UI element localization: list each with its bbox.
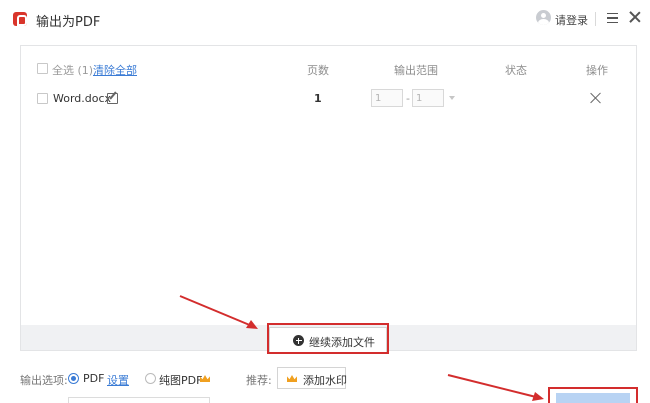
add-watermark-button[interactable]: 添加水印 bbox=[277, 367, 347, 389]
pdf-radio[interactable] bbox=[68, 373, 79, 384]
column-header-pages: 页数 bbox=[307, 64, 329, 77]
arrow-to-export-button bbox=[447, 374, 544, 401]
select-all-label[interactable]: 全选 (1) bbox=[52, 62, 93, 78]
clear-all-link[interactable]: 清除全部 bbox=[93, 62, 137, 78]
settings-link[interactable]: 设置 bbox=[107, 372, 129, 388]
column-header-status: 状态 bbox=[505, 64, 527, 77]
table-row: Word.docx 1 1 - 1 bbox=[21, 83, 636, 113]
menu-icon[interactable] bbox=[607, 13, 618, 23]
login-link[interactable]: 请登录 bbox=[555, 12, 588, 28]
page-count: 1 bbox=[314, 92, 322, 105]
pdf-option-label[interactable]: PDF bbox=[83, 372, 104, 385]
range-separator: - bbox=[406, 92, 410, 105]
add-watermark-label: 添加水印 bbox=[303, 374, 347, 387]
delete-icon[interactable] bbox=[590, 92, 602, 104]
crown-icon bbox=[287, 375, 297, 382]
title-divider bbox=[595, 12, 596, 26]
window-title: 输出为PDF bbox=[36, 15, 101, 30]
edit-icon[interactable] bbox=[107, 93, 118, 104]
title-bar: 输出为PDF 请登录 bbox=[0, 0, 650, 38]
app-pdf-icon bbox=[13, 12, 27, 26]
row-checkbox[interactable] bbox=[37, 93, 48, 104]
file-list-panel: 全选 (1) 清除全部 页数 输出范围 状态 操作 Word.docx 1 1 … bbox=[20, 45, 637, 354]
pure-image-pdf-label[interactable]: 纯图PDF bbox=[159, 372, 202, 388]
export-button-fill bbox=[556, 393, 630, 403]
user-avatar-icon[interactable] bbox=[536, 10, 551, 25]
recommend-label: 推荐: bbox=[246, 374, 272, 387]
pure-image-pdf-radio[interactable] bbox=[145, 373, 156, 384]
column-header-actions: 操作 bbox=[586, 64, 608, 77]
table-header: 全选 (1) 清除全部 页数 输出范围 状态 操作 bbox=[21, 52, 636, 82]
chevron-down-icon[interactable] bbox=[449, 96, 455, 100]
add-file-bar: 继续添加文件 bbox=[21, 323, 636, 354]
file-name: Word.docx bbox=[53, 92, 112, 105]
output-path-field[interactable] bbox=[68, 397, 210, 403]
range-to-input[interactable]: 1 bbox=[412, 89, 444, 107]
export-button[interactable] bbox=[548, 387, 638, 403]
highlight-box bbox=[267, 323, 389, 354]
output-options-label: 输出选项: bbox=[20, 374, 68, 387]
select-all-checkbox[interactable] bbox=[37, 63, 48, 74]
close-icon[interactable] bbox=[628, 10, 642, 24]
column-header-range: 输出范围 bbox=[394, 64, 438, 77]
range-from-input[interactable]: 1 bbox=[371, 89, 403, 107]
